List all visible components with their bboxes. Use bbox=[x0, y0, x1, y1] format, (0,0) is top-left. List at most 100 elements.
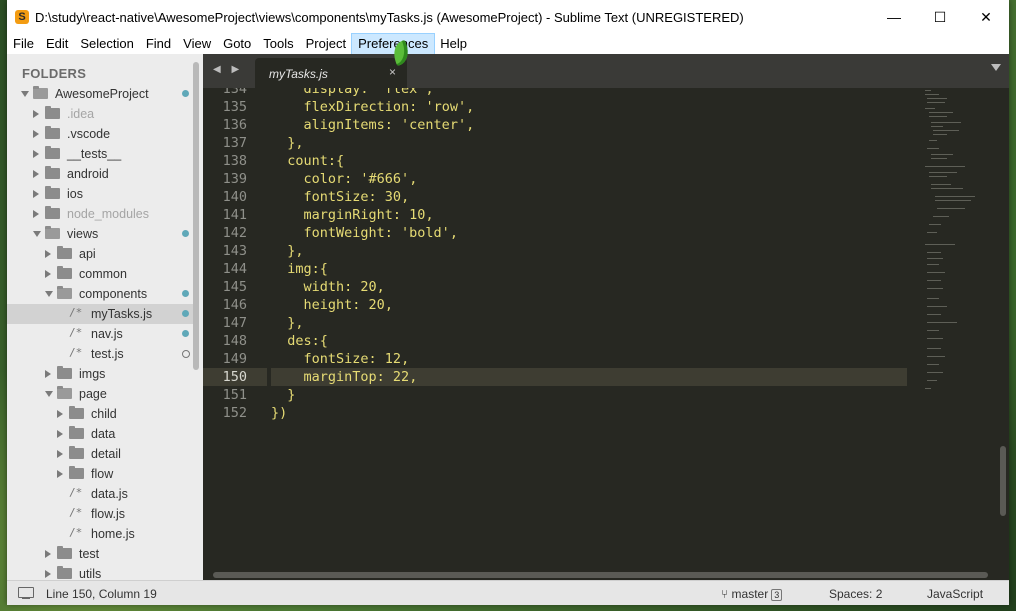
tab-nav-arrows[interactable]: ◀ ▶ bbox=[213, 64, 243, 75]
tree-folder[interactable]: .idea bbox=[7, 104, 193, 124]
indentation-setting[interactable]: Spaces: 2 bbox=[829, 587, 882, 601]
monitor-icon[interactable] bbox=[18, 587, 34, 599]
close-button[interactable]: ✕ bbox=[963, 0, 1009, 34]
code-line[interactable]: des:{ bbox=[271, 332, 907, 350]
chevron-right-icon[interactable] bbox=[57, 450, 63, 458]
code-line[interactable]: fontWeight: 'bold', bbox=[271, 224, 907, 242]
code-line[interactable]: }) bbox=[271, 404, 907, 422]
tree-folder[interactable]: utils bbox=[7, 564, 193, 580]
code-line[interactable]: count:{ bbox=[271, 152, 907, 170]
chevron-right-icon[interactable] bbox=[33, 170, 39, 178]
tree-folder[interactable]: common bbox=[7, 264, 193, 284]
code-line[interactable]: alignItems: 'center', bbox=[271, 116, 907, 134]
chevron-right-icon[interactable] bbox=[57, 430, 63, 438]
chevron-right-icon[interactable] bbox=[45, 370, 51, 378]
chevron-down-icon[interactable] bbox=[45, 391, 53, 397]
tree-item-label: ios bbox=[67, 187, 83, 201]
code-line[interactable]: marginTop: 22, bbox=[271, 368, 907, 386]
folder-icon bbox=[69, 426, 84, 439]
chevron-right-icon[interactable] bbox=[33, 110, 39, 118]
minimap[interactable] bbox=[923, 88, 989, 398]
code-line[interactable]: }, bbox=[271, 134, 907, 152]
folder-icon bbox=[57, 366, 72, 379]
folder-open-icon bbox=[57, 386, 72, 399]
tree-folder[interactable]: node_modules bbox=[7, 204, 193, 224]
menu-file[interactable]: File bbox=[7, 34, 40, 54]
tab-mytasks[interactable]: myTasks.js × bbox=[255, 58, 407, 88]
chevron-right-icon[interactable] bbox=[57, 410, 63, 418]
tree-folder[interactable]: page bbox=[7, 384, 193, 404]
code-line[interactable]: img:{ bbox=[271, 260, 907, 278]
code-editor[interactable]: 134 135 136 137 138 139 140 141 142 143 144 145 146 1… bbox=[203, 88, 997, 570]
tree-folder[interactable]: imgs bbox=[7, 364, 193, 384]
tree-file[interactable]: /* home.js bbox=[7, 524, 193, 544]
chevron-down-icon[interactable] bbox=[21, 91, 29, 97]
git-branch[interactable]: ⑂ master 3 bbox=[721, 587, 783, 601]
code-line[interactable]: display: 'flex', bbox=[271, 88, 907, 98]
code-line[interactable]: }, bbox=[271, 242, 907, 260]
tree-file[interactable]: /* test.js bbox=[7, 344, 193, 364]
code-line[interactable]: color: '#666', bbox=[271, 170, 907, 188]
tree-folder[interactable]: android bbox=[7, 164, 193, 184]
chevron-right-icon[interactable] bbox=[57, 470, 63, 478]
tree-folder[interactable]: components bbox=[7, 284, 193, 304]
code-line[interactable]: width: 20, bbox=[271, 278, 907, 296]
menu-edit[interactable]: Edit bbox=[40, 34, 74, 54]
tree-file[interactable]: /* myTasks.js bbox=[7, 304, 193, 324]
code-line[interactable]: height: 20, bbox=[271, 296, 907, 314]
minimize-button[interactable]: — bbox=[871, 0, 917, 34]
editor-horizontal-scrollbar[interactable] bbox=[213, 572, 988, 578]
editor-vertical-scrollbar[interactable] bbox=[997, 88, 1009, 570]
tree-folder[interactable]: views bbox=[7, 224, 193, 244]
syntax-setting[interactable]: JavaScript bbox=[927, 587, 983, 601]
tree-folder[interactable]: test bbox=[7, 544, 193, 564]
tree-folder[interactable]: __tests__ bbox=[7, 144, 193, 164]
tree-folder[interactable]: detail bbox=[7, 444, 193, 464]
tab-close-icon[interactable]: × bbox=[389, 65, 396, 79]
chevron-right-icon[interactable] bbox=[33, 210, 39, 218]
code-line[interactable]: marginRight: 10, bbox=[271, 206, 907, 224]
menu-project[interactable]: Project bbox=[300, 34, 352, 54]
tree-file[interactable]: /* flow.js bbox=[7, 504, 193, 524]
tree-folder[interactable]: api bbox=[7, 244, 193, 264]
code-line[interactable]: } bbox=[271, 386, 907, 404]
chevron-right-icon[interactable] bbox=[33, 190, 39, 198]
tree-folder[interactable]: .vscode bbox=[7, 124, 193, 144]
chevron-down-icon[interactable] bbox=[33, 231, 41, 237]
tree-folder[interactable]: child bbox=[7, 404, 193, 424]
code-area[interactable]: display: 'flex', flexDirection: 'row', a… bbox=[271, 88, 907, 422]
code-line[interactable]: flexDirection: 'row', bbox=[271, 98, 907, 116]
maximize-button[interactable]: ☐ bbox=[917, 0, 963, 34]
chevron-right-icon[interactable] bbox=[33, 150, 39, 158]
menu-find[interactable]: Find bbox=[140, 34, 177, 54]
folder-tree: AwesomeProject .idea .vscode __tests__ andro… bbox=[7, 84, 193, 580]
sublime-window: S D:\study\react-native\AwesomeProject\v… bbox=[7, 0, 1009, 605]
line-number: 137 bbox=[222, 135, 247, 151]
tab-menu-chevron-down-icon[interactable] bbox=[991, 64, 1001, 71]
menu-view[interactable]: View bbox=[177, 34, 217, 54]
tree-file[interactable]: /* data.js bbox=[7, 484, 193, 504]
code-line[interactable]: }, bbox=[271, 314, 907, 332]
tree-item-label: utils bbox=[79, 567, 102, 580]
tree-folder[interactable]: flow bbox=[7, 464, 193, 484]
title-bar: S D:\study\react-native\AwesomeProject\v… bbox=[7, 0, 1009, 34]
chevron-right-icon[interactable] bbox=[45, 270, 51, 278]
editor-vertical-thumb[interactable] bbox=[1000, 446, 1006, 516]
chevron-down-icon[interactable] bbox=[45, 291, 53, 297]
tree-folder[interactable]: data bbox=[7, 424, 193, 444]
menu-goto[interactable]: Goto bbox=[217, 34, 257, 54]
tree-folder[interactable]: AwesomeProject bbox=[7, 84, 193, 104]
tree-file[interactable]: /* nav.js bbox=[7, 324, 193, 344]
chevron-right-icon[interactable] bbox=[45, 550, 51, 558]
tree-folder[interactable]: ios bbox=[7, 184, 193, 204]
menu-tools[interactable]: Tools bbox=[257, 34, 299, 54]
cursor-position[interactable]: Line 150, Column 19 bbox=[46, 587, 157, 601]
code-line[interactable]: fontSize: 30, bbox=[271, 188, 907, 206]
chevron-right-icon[interactable] bbox=[45, 570, 51, 578]
code-line[interactable]: fontSize: 12, bbox=[271, 350, 907, 368]
chevron-right-icon[interactable] bbox=[45, 250, 51, 258]
chevron-right-icon[interactable] bbox=[33, 130, 39, 138]
menu-help[interactable]: Help bbox=[434, 34, 473, 54]
sidebar-scrollbar[interactable] bbox=[193, 62, 199, 370]
menu-selection[interactable]: Selection bbox=[74, 34, 139, 54]
